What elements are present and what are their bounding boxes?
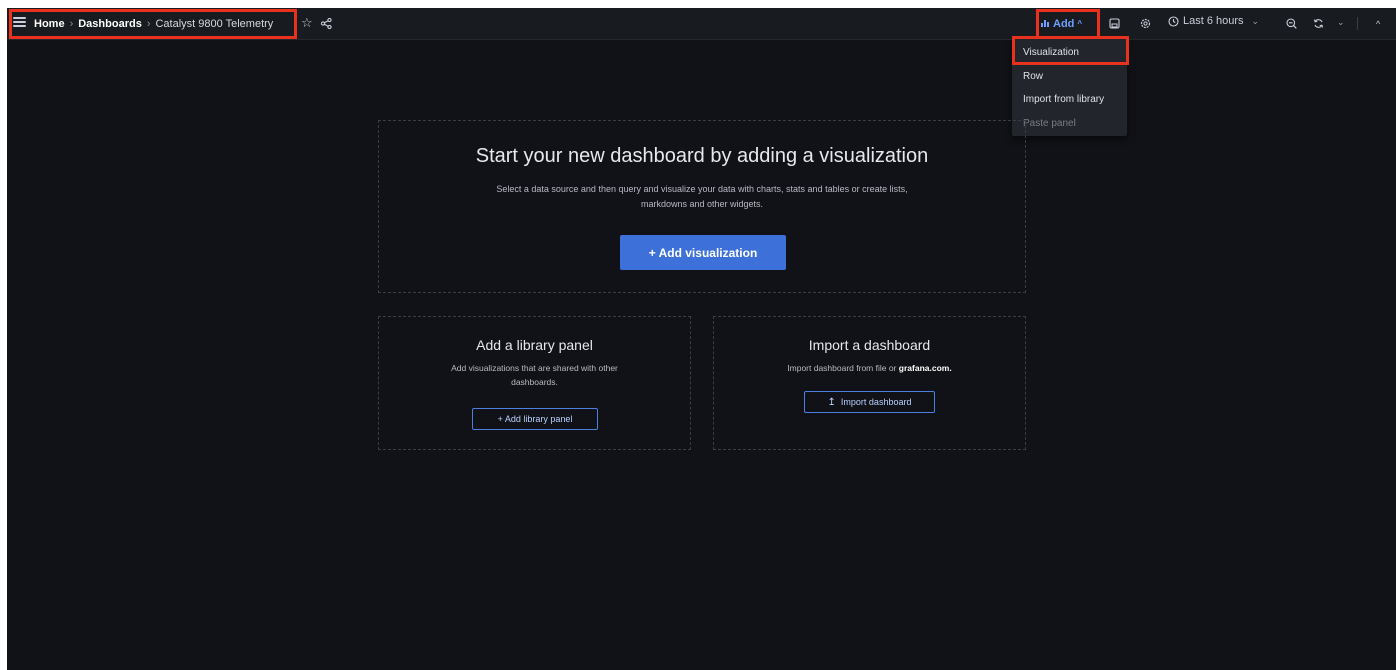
refresh-icon[interactable] (1313, 18, 1324, 29)
collapse-chevron-up-icon[interactable]: ^ (1376, 17, 1380, 31)
time-range-picker[interactable]: Last 6 hours ⌄ (1168, 15, 1259, 27)
add-library-panel-card: Add a library panel Add visualizations t… (378, 316, 691, 450)
add-button[interactable]: Add ^ (1041, 15, 1082, 32)
breadcrumb: Home › Dashboards › Catalyst 9800 Teleme… (34, 8, 273, 39)
star-icon[interactable]: ☆ (301, 16, 313, 30)
import-dashboard-card: Import a dashboard Import dashboard from… (713, 316, 1026, 450)
upload-icon: ↥ (827, 396, 836, 408)
import-card-title: Import a dashboard (808, 337, 931, 353)
library-card-description-line2: dashboards. (511, 377, 558, 387)
top-navbar: Home › Dashboards › Catalyst 9800 Teleme… (7, 8, 1396, 40)
import-dashboard-button-label: Import dashboard (840, 397, 912, 407)
refresh-interval-chevron-down-icon[interactable]: ⌄ (1337, 15, 1345, 29)
share-icon[interactable] (321, 18, 332, 29)
library-card-description-line1: Add visualizations that are shared with … (451, 363, 618, 373)
time-range-label: Last 6 hours (1183, 15, 1244, 27)
menu-item-import-from-library[interactable]: Import from library (1023, 94, 1104, 105)
empty-state-description: Select a data source and then query and … (439, 182, 965, 212)
clock-icon (1168, 15, 1179, 27)
breadcrumb-current-dashboard: Catalyst 9800 Telemetry (155, 17, 274, 30)
menu-item-paste-panel: Paste panel (1023, 118, 1076, 129)
grafana-com-link[interactable]: grafana.com. (899, 363, 952, 373)
add-dropdown-menu: Visualization Row Import from library Pa… (1012, 40, 1127, 136)
gear-icon[interactable] (1140, 18, 1151, 29)
chevron-down-icon: ⌄ (1251, 15, 1260, 26)
breadcrumb-separator: › (69, 17, 74, 30)
breadcrumb-home[interactable]: Home (34, 18, 65, 30)
menu-item-row[interactable]: Row (1023, 71, 1043, 82)
add-library-panel-button[interactable]: + Add library panel (472, 408, 598, 430)
menu-icon[interactable] (13, 17, 26, 28)
empty-state-description-line2: markdowns and other widgets. (640, 199, 764, 209)
bar-chart-add-icon (1041, 20, 1049, 27)
breadcrumb-separator: › (146, 17, 151, 30)
empty-state-description-line1: Select a data source and then query and … (496, 184, 908, 194)
library-card-title: Add a library panel (476, 337, 593, 353)
zoom-out-icon[interactable] (1286, 18, 1297, 29)
empty-state-title: Start your new dashboard by adding a vis… (475, 145, 929, 167)
add-button-label: Add (1053, 17, 1075, 30)
toolbar-divider (1357, 17, 1358, 30)
new-dashboard-empty-state: Start your new dashboard by adding a vis… (378, 120, 1026, 293)
menu-item-visualization[interactable]: Visualization (1023, 47, 1079, 58)
grafana-window: Home › Dashboards › Catalyst 9800 Teleme… (7, 8, 1396, 670)
import-card-description-text: Import dashboard from file or (787, 363, 897, 373)
import-dashboard-button[interactable]: ↥ Import dashboard (804, 391, 935, 413)
import-card-description: Import dashboard from file or grafana.co… (714, 361, 1025, 375)
add-visualization-button[interactable]: + Add visualization (620, 235, 786, 270)
chevron-up-icon: ^ (1077, 19, 1083, 28)
save-icon[interactable] (1109, 18, 1120, 29)
breadcrumb-dashboards[interactable]: Dashboards (78, 18, 142, 30)
library-card-description: Add visualizations that are shared with … (379, 361, 690, 389)
